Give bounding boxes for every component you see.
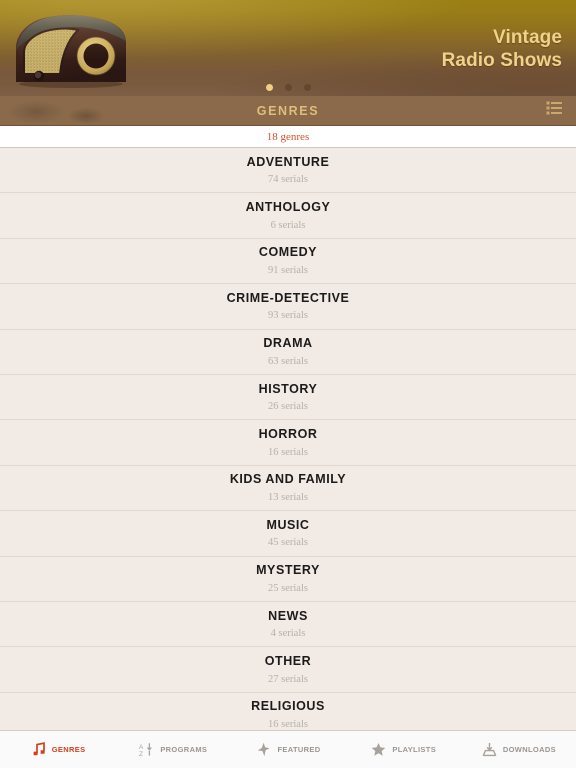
genre-row-title: MYSTERY: [256, 563, 320, 578]
tab-downloads[interactable]: DOWNLOADS: [461, 731, 576, 768]
tab-playlists[interactable]: PLAYLISTS: [346, 731, 461, 768]
genre-row-count: 27 serials: [268, 673, 308, 685]
genre-row-title: HORROR: [258, 426, 318, 441]
genre-row-title: HISTORY: [258, 381, 318, 396]
genre-row-title: OTHER: [264, 653, 312, 668]
genre-row-count: 6 serials: [270, 219, 306, 231]
tab-featured[interactable]: FEATURED: [230, 731, 345, 768]
sort-list-icon: [546, 101, 563, 120]
genre-row[interactable]: ADVENTURE 74 serials: [0, 148, 576, 194]
svg-text:Z: Z: [139, 751, 143, 757]
genre-row-count: 93 serials: [268, 310, 308, 322]
genre-row[interactable]: HISTORY 26 serials: [0, 374, 576, 421]
genre-row[interactable]: MUSIC 45 serials: [0, 511, 576, 557]
genre-row[interactable]: OTHER 27 serials: [0, 647, 576, 693]
genre-row[interactable]: DRAMA 63 serials: [0, 329, 576, 375]
star-icon: [370, 741, 387, 758]
section-bar: GENRES: [0, 96, 576, 126]
app-title-line1: Vintage: [493, 27, 562, 48]
genre-row-count: 13 serials: [268, 491, 308, 503]
genre-row-count: 63 serials: [268, 355, 308, 367]
music-note-icon: [30, 741, 47, 758]
sort-az-icon: AZ: [138, 741, 155, 758]
genre-row-title: RELIGIOUS: [251, 699, 325, 714]
genre-count-strip: 18 genres: [0, 126, 576, 148]
page-dot-1[interactable]: [265, 84, 273, 91]
page-indicator[interactable]: [0, 84, 576, 91]
download-tray-icon: [481, 741, 498, 758]
tab-label: PLAYLISTS: [392, 745, 437, 754]
genre-row-count: 16 serials: [268, 446, 308, 458]
bottom-tab-bar[interactable]: GENRES A Z PROGRAMS FEATURED PLAYLISTS DOWNLOA…: [0, 730, 576, 768]
sort-list-button[interactable]: [540, 99, 568, 123]
tab-label: PROGRAMS: [160, 745, 208, 754]
app-title: Vintage Radio Shows: [442, 26, 562, 72]
tab-label: DOWNLOADS: [502, 745, 556, 754]
genre-row[interactable]: HORROR 16 serials: [0, 420, 576, 466]
genre-row-count: 4 serials: [270, 628, 306, 640]
genre-row-title: NEWS: [268, 608, 308, 623]
genre-row-count: 26 serials: [268, 401, 308, 413]
genre-row-count: 91 serials: [268, 265, 308, 277]
genre-count-label: 18 genres: [266, 130, 310, 143]
genre-row-title: COMEDY: [258, 245, 318, 260]
genre-row-title: CRIME-DETECTIVE: [226, 290, 350, 305]
page-dot-2[interactable]: [284, 84, 292, 91]
app-root: Vintage Radio Shows GENRES 18 genres ADV…: [0, 0, 576, 768]
genre-row[interactable]: ANTHOLOGY 6 serials: [0, 193, 576, 239]
app-title-line2: Radio Shows: [441, 50, 562, 72]
genre-row[interactable]: COMEDY 91 serials: [0, 238, 576, 285]
genre-row-title: MUSIC: [266, 517, 310, 532]
genre-row-title: KIDS AND FAMILY: [229, 472, 347, 487]
genre-row-count: 45 serials: [268, 537, 308, 549]
genre-row[interactable]: MYSTERY 25 serials: [0, 556, 576, 602]
genre-row[interactable]: KIDS AND FAMILY 13 serials: [0, 465, 576, 512]
genre-row[interactable]: NEWS 4 serials: [0, 601, 576, 648]
genre-row-title: ADVENTURE: [246, 154, 330, 169]
tab-programs[interactable]: A Z PROGRAMS: [115, 731, 230, 768]
genre-row[interactable]: CRIME-DETECTIVE 93 serials: [0, 284, 576, 330]
vintage-radio-illustration: [8, 8, 136, 90]
tab-genres[interactable]: GENRES: [0, 731, 115, 768]
genre-row-count: 74 serials: [268, 174, 308, 186]
tab-label: GENRES: [51, 745, 86, 754]
page-dot-3[interactable]: [303, 84, 311, 91]
tab-label: FEATURED: [277, 745, 321, 754]
genre-row-count: 25 serials: [268, 582, 308, 594]
genre-row-title: ANTHOLOGY: [245, 200, 331, 214]
sparkle-icon: [255, 741, 272, 758]
genre-row-title: DRAMA: [263, 336, 313, 351]
hero-banner[interactable]: Vintage Radio Shows: [0, 0, 576, 96]
genre-row-count: 16 serials: [268, 718, 308, 730]
svg-text:A: A: [139, 744, 144, 751]
genre-list[interactable]: ADVENTURE 74 serials ANTHOLOGY 6 serials COM…: [0, 148, 576, 739]
section-title: GENRES: [256, 103, 320, 118]
